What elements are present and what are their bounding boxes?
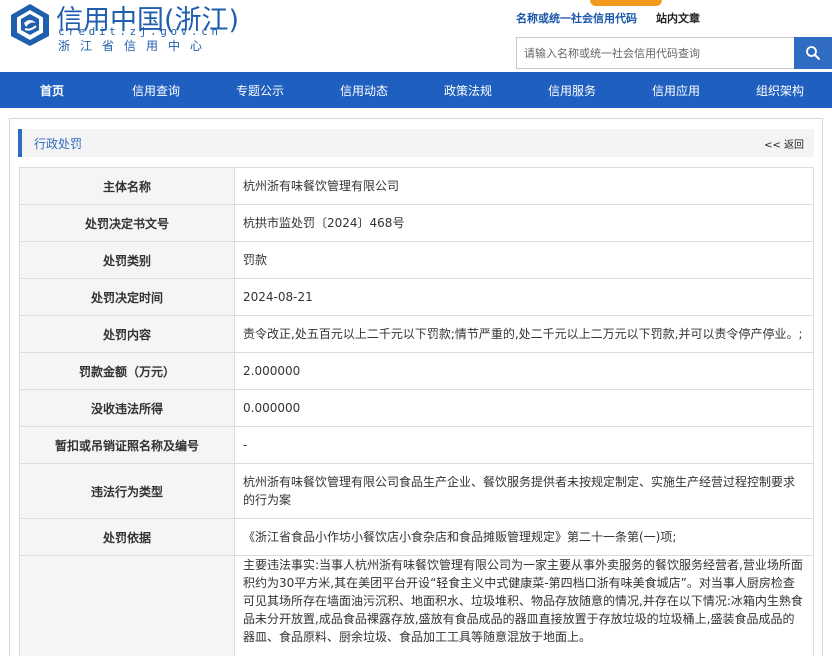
row-value: 杭州浙有味餐饮管理有限公司 — [234, 167, 814, 205]
row-label: 处罚类别 — [19, 241, 235, 279]
nav-item-news[interactable]: 信用动态 — [312, 72, 416, 108]
row-value: 杭州浙有味餐饮管理有限公司食品生产企业、餐饮服务提供者未按规定制定、实施生产经营… — [234, 463, 814, 519]
table-row: 主要违法事实:当事人杭州浙有味餐饮管理有限公司为一家主要从事外卖服务的餐饮服务经… — [19, 555, 814, 656]
nav-item-applications[interactable]: 信用应用 — [624, 72, 728, 108]
nav-item-organization[interactable]: 组织架构 — [728, 72, 832, 108]
table-row: 处罚依据 《浙江省食品小作坊小餐饮店小食杂店和食品摊贩管理规定》第二十一条第(一… — [19, 518, 814, 556]
table-row: 处罚决定书文号 杭拱市监处罚〔2024〕468号 — [19, 204, 814, 242]
table-row: 暂扣或吊销证照名称及编号 - — [19, 426, 814, 464]
row-value: 责令改正,处五百元以上二千元以下罚款;情节严重的,处二千元以上二万元以下罚款,并… — [234, 315, 814, 353]
table-row: 处罚决定时间 2024-08-21 — [19, 278, 814, 316]
table-row: 处罚类别 罚款 — [19, 241, 814, 279]
nav-item-credit-query[interactable]: 信用查询 — [104, 72, 208, 108]
table-row: 没收违法所得 0.000000 — [19, 389, 814, 427]
back-link[interactable]: << 返回 — [764, 136, 804, 151]
logo-emblem-icon[interactable] — [8, 3, 52, 47]
row-value-facts: 主要违法事实:当事人杭州浙有味餐饮管理有限公司为一家主要从事外卖服务的餐饮服务经… — [234, 555, 814, 656]
row-label: 处罚决定时间 — [19, 278, 235, 316]
logo-subtitle: 浙江省信用中心 — [58, 39, 213, 53]
row-label: 处罚依据 — [19, 518, 235, 556]
table-row: 违法行为类型 杭州浙有味餐饮管理有限公司食品生产企业、餐饮服务提供者未按规定制定… — [19, 463, 814, 519]
table-row: 主体名称 杭州浙有味餐饮管理有限公司 — [19, 167, 814, 205]
row-label: 违法行为类型 — [19, 463, 235, 519]
top-accent-tab — [590, 0, 662, 6]
table-row: 处罚内容 责令改正,处五百元以上二千元以下罚款;情节严重的,处二千元以上二万元以… — [19, 315, 814, 353]
penalty-panel: 行政处罚 << 返回 主体名称 杭州浙有味餐饮管理有限公司 处罚决定书文号 杭拱… — [9, 118, 823, 656]
row-label: 处罚内容 — [19, 315, 235, 353]
search-icon — [806, 46, 820, 60]
row-value: 罚款 — [234, 241, 814, 279]
search-button[interactable] — [794, 37, 832, 69]
penalty-details-table: 主体名称 杭州浙有味餐饮管理有限公司 处罚决定书文号 杭拱市监处罚〔2024〕4… — [19, 167, 814, 656]
row-label: 主体名称 — [19, 167, 235, 205]
main-nav: 首页 信用查询 专题公示 信用动态 政策法规 信用服务 信用应用 组织架构 — [0, 72, 832, 108]
row-value: 2024-08-21 — [234, 278, 814, 316]
site-header: 信用中国(浙江) credit.zj.gov.cn 浙江省信用中心 名称或统一社… — [0, 0, 832, 72]
row-label: 罚款金额（万元） — [19, 352, 235, 390]
row-value: 杭拱市监处罚〔2024〕468号 — [234, 204, 814, 242]
nav-item-services[interactable]: 信用服务 — [520, 72, 624, 108]
search-mode-article[interactable]: 站内文章 — [656, 10, 700, 26]
row-label: 没收违法所得 — [19, 389, 235, 427]
row-label — [19, 555, 235, 656]
panel-header: 行政处罚 << 返回 — [18, 129, 814, 157]
row-value: 0.000000 — [234, 389, 814, 427]
row-value: 2.000000 — [234, 352, 814, 390]
nav-item-topics[interactable]: 专题公示 — [208, 72, 312, 108]
row-label: 暂扣或吊销证照名称及编号 — [19, 426, 235, 464]
search-mode-name[interactable]: 名称或统一社会信用代码 — [516, 10, 637, 26]
row-value: - — [234, 426, 814, 464]
row-label: 处罚决定书文号 — [19, 204, 235, 242]
panel-title: 行政处罚 — [34, 137, 83, 151]
row-value: 《浙江省食品小作坊小餐饮店小食杂店和食品摊贩管理规定》第二十一条第(一)项; — [234, 518, 814, 556]
nav-item-policies[interactable]: 政策法规 — [416, 72, 520, 108]
nav-item-home[interactable]: 首页 — [0, 72, 104, 108]
table-row: 罚款金额（万元） 2.000000 — [19, 352, 814, 390]
search-input[interactable] — [516, 37, 794, 69]
